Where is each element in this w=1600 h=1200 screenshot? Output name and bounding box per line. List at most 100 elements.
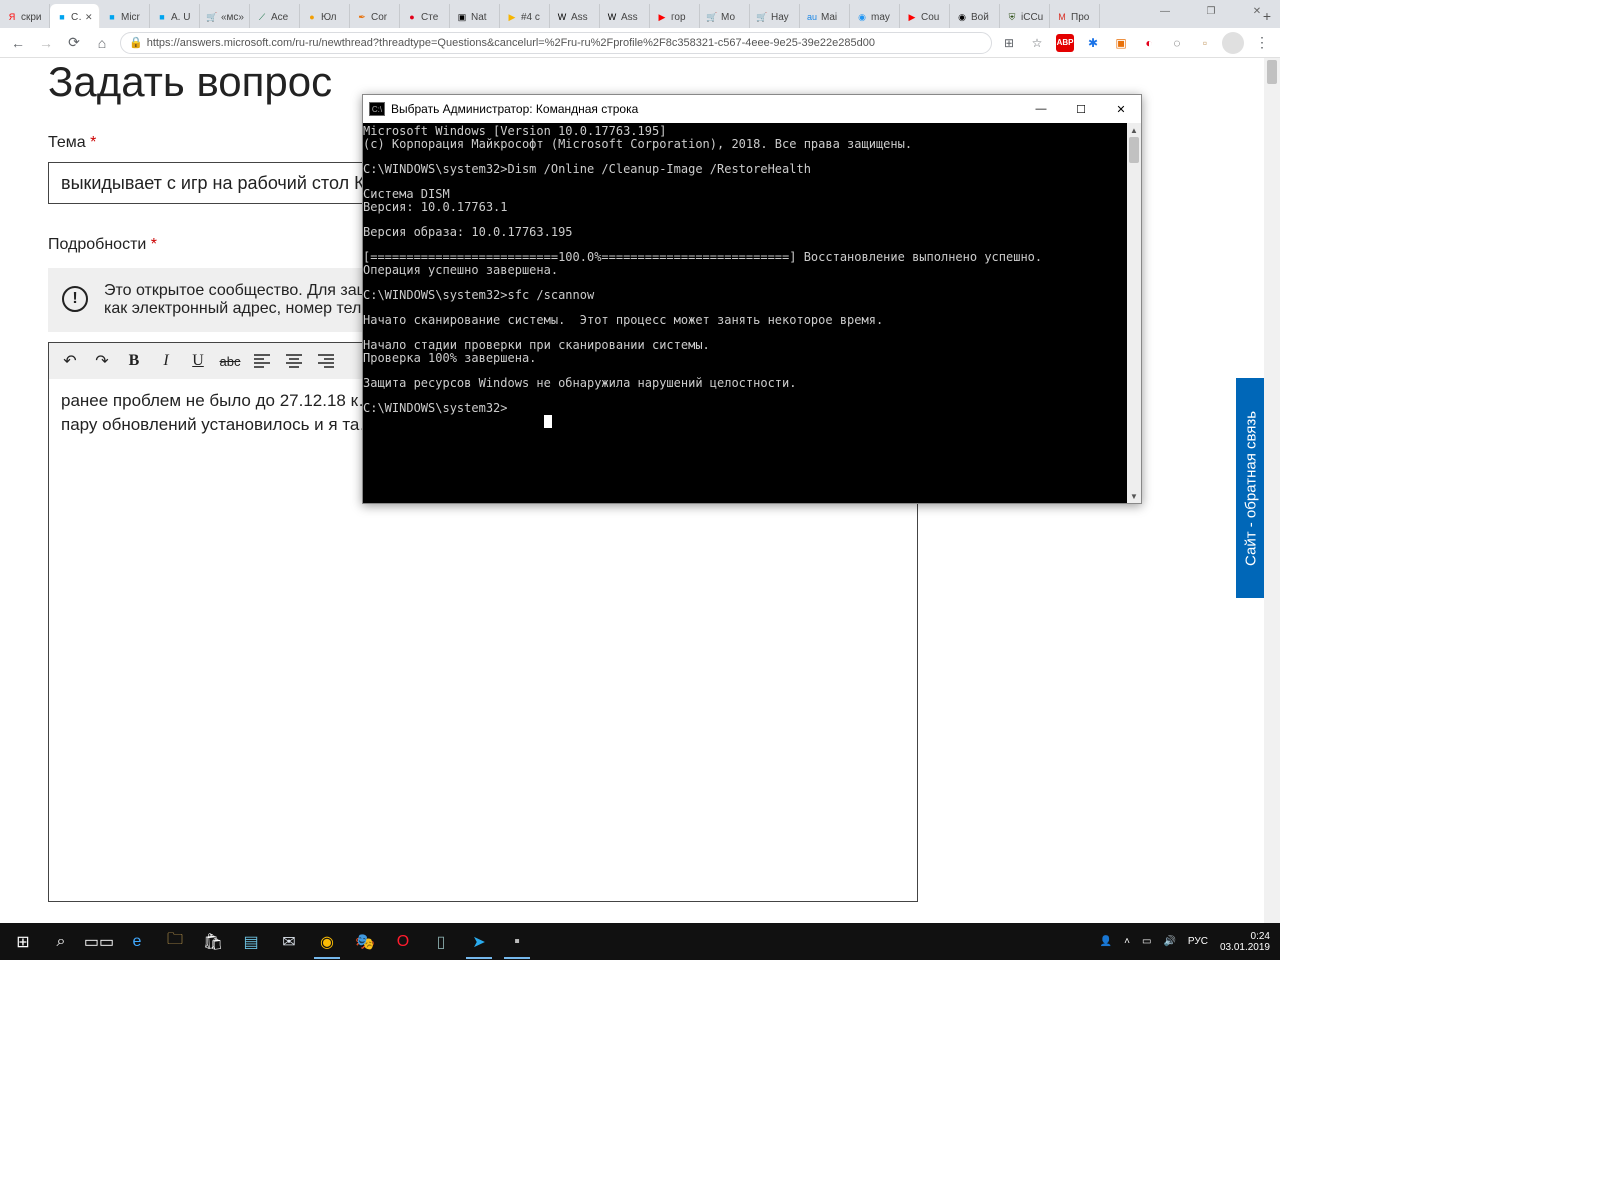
- taskbar-opera[interactable]: O: [384, 925, 422, 959]
- profile-avatar[interactable]: [1222, 32, 1244, 54]
- maximize-button[interactable]: ❐: [1188, 0, 1234, 22]
- browser-tab[interactable]: MПро: [1050, 4, 1100, 28]
- window-controls: — ❐ ✕: [1142, 0, 1280, 22]
- browser-tab[interactable]: ▶#4 c: [500, 4, 550, 28]
- taskbar-store[interactable]: 🛍: [194, 925, 232, 959]
- taskbar-edge[interactable]: e: [118, 925, 156, 959]
- taskbar-obs[interactable]: 🎭: [346, 925, 384, 959]
- browser-tab[interactable]: Яскри: [0, 4, 50, 28]
- browser-tab[interactable]: ▶Cou: [900, 4, 950, 28]
- volume-icon[interactable]: 🔊: [1163, 936, 1175, 947]
- home-button[interactable]: ⌂: [92, 33, 112, 53]
- language-indicator[interactable]: РУС: [1188, 936, 1208, 947]
- browser-tab[interactable]: ✒Cor: [350, 4, 400, 28]
- minimize-button[interactable]: —: [1142, 0, 1188, 22]
- scroll-down-icon[interactable]: ▼: [1127, 489, 1141, 503]
- favicon: W: [606, 11, 618, 23]
- tray-overflow-icon[interactable]: ˄: [1124, 936, 1130, 947]
- italic-button[interactable]: I: [151, 347, 181, 375]
- address-bar[interactable]: 🔒 https://answers.microsoft.com/ru-ru/ne…: [120, 32, 992, 54]
- taskbar-app1[interactable]: ▯: [422, 925, 460, 959]
- browser-tab[interactable]: 🛒Мо: [700, 4, 750, 28]
- browser-tab[interactable]: ■Micr: [100, 4, 150, 28]
- cmd-scrollbar[interactable]: ▲ ▼: [1127, 123, 1141, 503]
- align-center-button[interactable]: [279, 347, 309, 375]
- browser-tab[interactable]: ▶гор: [650, 4, 700, 28]
- favicon: 🛒: [756, 11, 768, 23]
- ext5-icon[interactable]: ◌: [1168, 34, 1186, 52]
- browser-tab[interactable]: ⛨iCCu: [1000, 4, 1050, 28]
- browser-tab[interactable]: 🛒«мс»: [200, 4, 250, 28]
- tab-label: скри: [21, 12, 45, 23]
- taskbar-calc[interactable]: ▤: [232, 925, 270, 959]
- abp-icon[interactable]: ABP: [1056, 34, 1074, 52]
- browser-tab[interactable]: ●Юл: [300, 4, 350, 28]
- back-button[interactable]: ←: [8, 33, 28, 53]
- browser-tab[interactable]: ●Сте: [400, 4, 450, 28]
- cmd-maximize-button[interactable]: ☐: [1061, 95, 1101, 123]
- taskbar-search[interactable]: ⌕: [42, 925, 80, 959]
- redo-button[interactable]: ↷: [87, 347, 117, 375]
- align-right-button[interactable]: [311, 347, 341, 375]
- zoom-icon[interactable]: ⊞: [1000, 34, 1018, 52]
- clock[interactable]: 0:24 03.01.2019: [1220, 931, 1270, 953]
- favicon: ●: [306, 11, 318, 23]
- align-left-button[interactable]: [247, 347, 277, 375]
- taskbar-telegram[interactable]: ➤: [460, 925, 498, 959]
- taskbar-taskview[interactable]: ▭▭: [80, 925, 118, 959]
- close-button[interactable]: ✕: [1234, 0, 1280, 22]
- reload-button[interactable]: ⟳: [64, 33, 84, 53]
- favicon: ■: [156, 11, 168, 23]
- cmd-titlebar[interactable]: C:\ Выбрать Администратор: Командная стр…: [363, 95, 1141, 123]
- cmd-output[interactable]: Microsoft Windows [Version 10.0.17763.19…: [363, 123, 1141, 503]
- cmd-body-wrap: Microsoft Windows [Version 10.0.17763.19…: [363, 123, 1141, 503]
- ext6-icon[interactable]: ▫: [1196, 34, 1214, 52]
- browser-tab[interactable]: WAss: [600, 4, 650, 28]
- favicon: ■: [56, 11, 68, 23]
- favicon: ◉: [956, 11, 968, 23]
- favicon: ■: [106, 11, 118, 23]
- browser-tab[interactable]: ⟋Ace: [250, 4, 300, 28]
- strike-button[interactable]: abc: [215, 347, 245, 375]
- cmd-close-button[interactable]: ✕: [1101, 95, 1141, 123]
- scroll-thumb[interactable]: [1129, 137, 1139, 163]
- favicon: ▶: [506, 11, 518, 23]
- browser-tab[interactable]: ■A. U: [150, 4, 200, 28]
- url-text: https://answers.microsoft.com/ru-ru/newt…: [147, 37, 875, 49]
- taskbar-chrome[interactable]: ◉: [308, 925, 346, 959]
- menu-button[interactable]: ⋮: [1252, 33, 1272, 53]
- favicon: ▶: [906, 11, 918, 23]
- browser-tab[interactable]: ▣Nat: [450, 4, 500, 28]
- star-icon[interactable]: ☆: [1028, 34, 1046, 52]
- browser-tab[interactable]: ◉may: [850, 4, 900, 28]
- browser-tab[interactable]: 🛒Нау: [750, 4, 800, 28]
- taskbar-cmd[interactable]: ▪: [498, 925, 536, 959]
- ublock-icon[interactable]: ◐: [1140, 34, 1158, 52]
- tab-label: A. U: [171, 12, 195, 23]
- browser-tab[interactable]: WAss: [550, 4, 600, 28]
- browser-tab[interactable]: auMai: [800, 4, 850, 28]
- network-icon[interactable]: ▭: [1142, 936, 1151, 947]
- tab-label: Юл: [321, 12, 345, 23]
- ext2-icon[interactable]: ✱: [1084, 34, 1102, 52]
- taskbar-start[interactable]: ⊞: [4, 925, 42, 959]
- favicon: ✒: [356, 11, 368, 23]
- taskbar-explorer[interactable]: 🗀: [156, 925, 194, 959]
- secure-lock-icon: 🔒: [129, 36, 143, 49]
- favicon: ▶: [656, 11, 668, 23]
- feedback-tab[interactable]: Сайт - обратная связь: [1236, 378, 1266, 598]
- people-icon[interactable]: 👤: [1100, 936, 1112, 947]
- bold-button[interactable]: B: [119, 347, 149, 375]
- ext3-icon[interactable]: ▣: [1112, 34, 1130, 52]
- taskbar-mail[interactable]: ✉: [270, 925, 308, 959]
- forward-button[interactable]: →: [36, 33, 56, 53]
- tabs-row: Яскри■С…✕■Micr■A. U🛒«мс»⟋Ace●Юл✒Cor●Сте▣…: [0, 4, 1254, 28]
- scroll-up-icon[interactable]: ▲: [1127, 123, 1141, 137]
- tab-close-icon[interactable]: ✕: [85, 12, 95, 22]
- underline-button[interactable]: U: [183, 347, 213, 375]
- browser-tab[interactable]: ◉Вой: [950, 4, 1000, 28]
- cmd-minimize-button[interactable]: —: [1021, 95, 1061, 123]
- undo-button[interactable]: ↶: [55, 347, 85, 375]
- page-scrollbar[interactable]: [1264, 58, 1280, 923]
- browser-tab[interactable]: ■С…✕: [50, 4, 100, 28]
